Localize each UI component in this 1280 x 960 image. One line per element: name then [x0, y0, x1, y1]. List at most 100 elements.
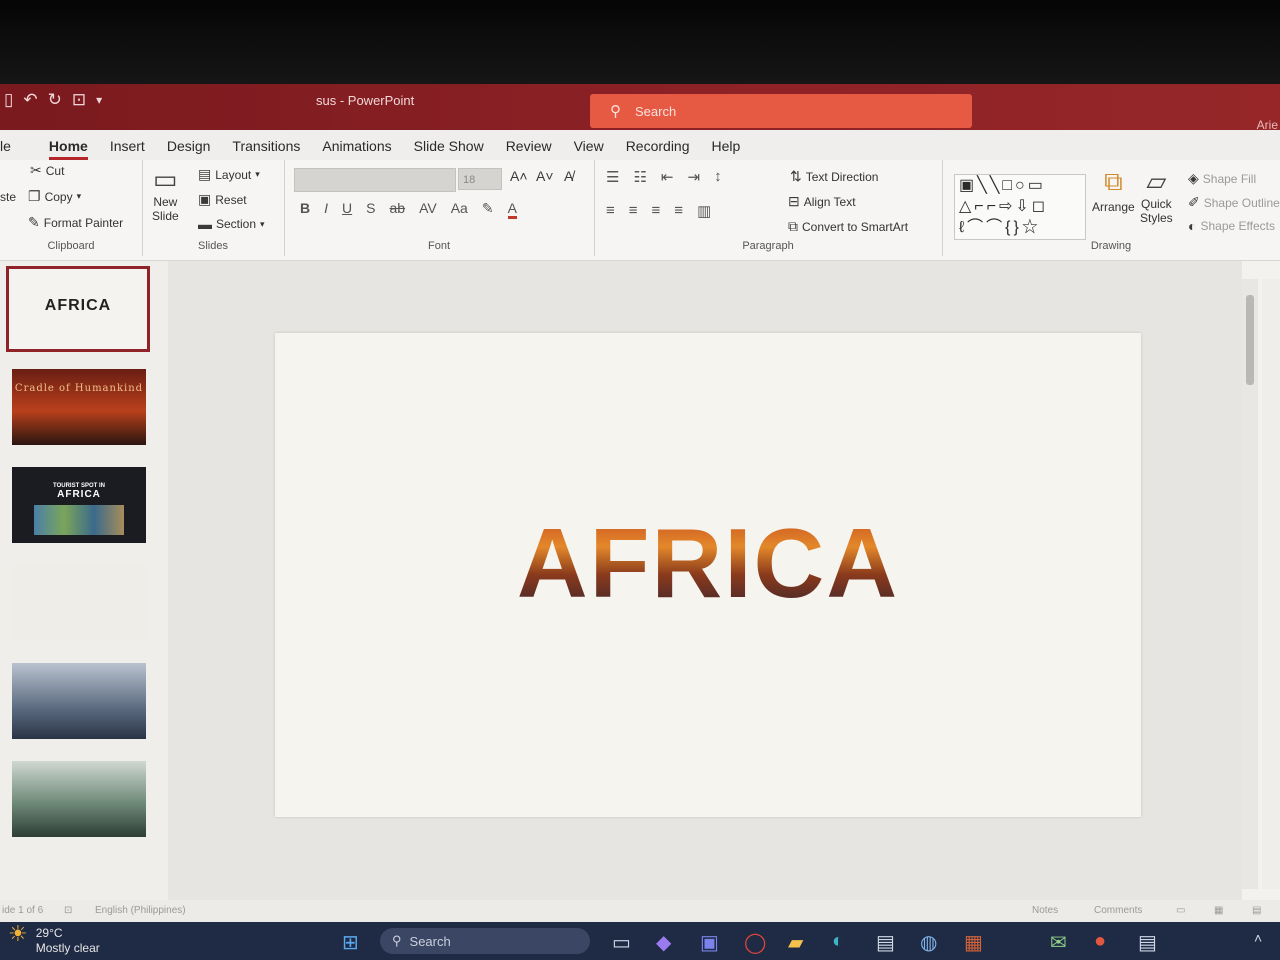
quick-styles-button[interactable]: ▱ Quick Styles	[1140, 166, 1173, 225]
slide-thumbnail-4[interactable]	[12, 565, 146, 641]
bold-icon[interactable]: B	[300, 200, 310, 219]
tab-design[interactable]: Design	[156, 138, 222, 160]
tab-animations[interactable]: Animations	[311, 138, 402, 160]
align-left-icon[interactable]: ≡	[606, 202, 615, 220]
cut-button[interactable]: ✂ Cut	[30, 162, 64, 179]
teams-icon[interactable]: ▣	[700, 930, 719, 955]
tab-insert[interactable]: Insert	[99, 138, 156, 160]
tab-review[interactable]: Review	[495, 138, 563, 160]
tab-transitions[interactable]: Transitions	[221, 138, 311, 160]
comments-button[interactable]: Comments	[1094, 905, 1142, 916]
align-right-icon[interactable]: ≡	[652, 202, 661, 220]
convert-smartart-button[interactable]: ⧉ Convert to SmartArt	[788, 218, 908, 235]
present-icon[interactable]: ⊡	[72, 90, 86, 110]
customize-qat-icon[interactable]: ▾	[96, 90, 102, 110]
language[interactable]: English (Philippines)	[95, 905, 186, 916]
slide-sorter-icon[interactable]: ▦	[1214, 905, 1223, 916]
font-label: Font	[427, 240, 450, 252]
slide-thumbnail-pane: AFRICA Cradle of Humankind TOURIST SPOT …	[0, 261, 168, 906]
new-slide-button[interactable]: ▭ New Slide	[152, 164, 179, 223]
search-icon: ⚲	[392, 933, 402, 948]
file-explorer-icon[interactable]: ▰	[788, 930, 803, 955]
numbering-icon[interactable]: ☷	[633, 168, 646, 186]
undo-icon[interactable]: ↶	[23, 90, 37, 110]
change-case-icon[interactable]: Aa	[451, 200, 468, 219]
line-spacing-icon[interactable]: ↕	[714, 168, 722, 186]
copilot-icon[interactable]: ◆	[656, 930, 671, 955]
windows-taskbar: ☀ 29°C Mostly clear ⊞ ⚲ Search ▭ ◆ ▣ ◯ ▰…	[0, 922, 1280, 960]
arrange-button[interactable]: ⧉ Arrange	[1092, 166, 1135, 214]
format-painter-button[interactable]: ✎ Format Painter	[28, 214, 123, 231]
save-icon[interactable]: ▯	[4, 90, 13, 110]
notes-button[interactable]: Notes	[1032, 905, 1058, 916]
copy-button[interactable]: ❐ Copy ▾	[28, 188, 81, 205]
italic-icon[interactable]: I	[324, 200, 328, 219]
font-color-icon[interactable]: A	[507, 200, 517, 219]
align-row: ≡ ≡ ≡ ≡ ▥	[606, 202, 711, 220]
character-spacing-icon[interactable]: AV	[419, 200, 437, 219]
store-icon[interactable]: ▤	[876, 930, 895, 955]
slide-thumbnail-5[interactable]	[12, 663, 146, 739]
tab-home[interactable]: Home	[38, 138, 99, 160]
font-size-dropdown[interactable]: 18	[458, 168, 502, 190]
underline-icon[interactable]: U	[342, 200, 352, 219]
shape-outline-button[interactable]: ✐ Shape Outline	[1188, 194, 1280, 211]
text-direction-icon: ⇅	[790, 168, 802, 184]
section-icon: ▬	[198, 216, 212, 232]
slide-thumbnail-2[interactable]: Cradle of Humankind	[12, 369, 146, 445]
slide-thumbnail-3[interactable]: TOURIST SPOT IN AFRICA	[12, 467, 146, 543]
opera-icon[interactable]: ◯	[744, 930, 766, 955]
shadow-icon[interactable]: S	[366, 200, 375, 219]
strikethrough-icon[interactable]: ab	[389, 200, 405, 219]
scrollbar-thumb[interactable]	[1246, 295, 1254, 385]
edge-icon[interactable]: ◐	[832, 930, 844, 953]
clear-formatting-button[interactable]: A̸	[564, 168, 573, 184]
vertical-scrollbar[interactable]	[1242, 279, 1258, 889]
powerpoint-icon[interactable]: ●	[1094, 930, 1106, 953]
task-view-icon[interactable]: ▭	[612, 930, 631, 955]
search-box[interactable]: ⚲ Search	[590, 94, 972, 128]
shape-effects-button[interactable]: ◐ Shape Effects	[1188, 218, 1275, 234]
chat-icon[interactable]: ◍	[920, 930, 937, 955]
text-direction-button[interactable]: ⇅ Text Direction	[790, 168, 878, 185]
notepad-icon[interactable]: ▤	[1138, 930, 1157, 955]
highlight-icon[interactable]: ✎	[482, 200, 494, 219]
tab-help[interactable]: Help	[701, 138, 752, 160]
slide-thumbnail-1[interactable]: AFRICA	[6, 266, 150, 352]
increase-indent-icon[interactable]: ⇥	[687, 168, 700, 186]
shrink-font-button[interactable]: A˅	[536, 168, 554, 184]
columns-icon[interactable]: ▥	[697, 202, 711, 220]
align-text-button[interactable]: ⊟ Align Text	[788, 193, 856, 210]
slide-title[interactable]: AFRICA	[275, 507, 1141, 620]
tray-chevron-icon[interactable]: ˄	[1254, 930, 1262, 946]
current-slide[interactable]: AFRICA	[275, 333, 1141, 817]
align-center-icon[interactable]: ≡	[629, 202, 638, 220]
taskbar-search[interactable]: ⚲ Search	[380, 928, 590, 954]
reset-button[interactable]: ▣ Reset	[198, 191, 247, 208]
weather-widget[interactable]: ☀ 29°C Mostly clear	[8, 923, 100, 956]
shape-fill-button[interactable]: ◈ Shape Fill	[1188, 170, 1256, 187]
bullets-icon[interactable]: ☰	[606, 168, 619, 186]
reading-view-icon[interactable]: ▤	[1252, 905, 1261, 916]
windows-start-icon[interactable]: ⊞	[342, 930, 359, 955]
redo-icon[interactable]: ↻	[48, 90, 62, 110]
mail-icon[interactable]: ✉	[1050, 930, 1067, 955]
quick-styles-icon: ▱	[1146, 166, 1167, 196]
slide-thumbnail-6[interactable]	[12, 761, 146, 837]
app-icon[interactable]: ▦	[964, 930, 983, 955]
tab-view[interactable]: View	[563, 138, 615, 160]
shapes-gallery[interactable]: ▣╲╲□○▭ △⌐⌐⇨⇩◻ ℓ⌒⌒{}☆	[954, 174, 1086, 240]
layout-button[interactable]: ▤ Layout ▾	[198, 166, 260, 183]
side-panel-edge	[1262, 279, 1280, 889]
section-button[interactable]: ▬ Section ▾	[198, 216, 265, 232]
justify-icon[interactable]: ≡	[674, 202, 683, 220]
tab-file[interactable]: le	[0, 138, 22, 160]
decrease-indent-icon[interactable]: ⇤	[661, 168, 674, 186]
tab-slide-show[interactable]: Slide Show	[403, 138, 495, 160]
normal-view-icon[interactable]: ▭	[1176, 905, 1185, 916]
accessibility-icon[interactable]: ⊡	[64, 905, 72, 916]
paste-button[interactable]: ste	[0, 190, 16, 204]
font-name-dropdown[interactable]	[294, 168, 456, 192]
grow-font-button[interactable]: A˄	[510, 168, 528, 184]
tab-recording[interactable]: Recording	[615, 138, 701, 160]
